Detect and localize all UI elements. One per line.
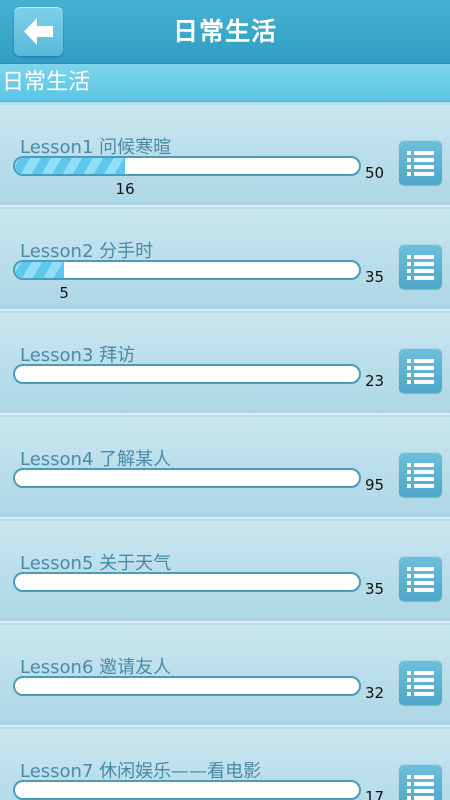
lesson-total-count: 32	[365, 684, 385, 702]
lesson-list-button[interactable]	[399, 660, 442, 705]
lesson-progress-bar	[13, 572, 361, 592]
section-header-label: 日常生活	[2, 70, 91, 95]
lesson-total-count: 35	[365, 268, 385, 286]
list-icon	[407, 359, 434, 384]
list-icon	[407, 151, 434, 176]
list-icon	[407, 775, 434, 800]
lesson-list-button[interactable]	[399, 764, 442, 800]
lesson-progress-fill	[15, 158, 126, 174]
list-icon	[407, 567, 434, 592]
lesson-progress-bar	[13, 364, 361, 384]
lesson-progress-fill	[15, 262, 65, 278]
lesson-list-button[interactable]	[399, 244, 442, 289]
section-header: 日常生活	[0, 64, 450, 102]
lesson-total-count: 23	[365, 372, 385, 390]
lesson-row[interactable]: Lesson7 休闲娱乐——看电影 17	[0, 729, 450, 800]
lesson-progress-bar	[13, 156, 361, 176]
lesson-progress-bar	[13, 468, 361, 488]
lesson-list[interactable]: Lesson1 问候寒暄 16 50 Lesson2 分手时 5 35 Less…	[0, 105, 450, 800]
lesson-progress-bar	[13, 260, 361, 280]
lesson-total-count: 50	[365, 164, 385, 182]
list-icon	[407, 255, 434, 280]
lesson-row[interactable]: Lesson2 分手时 5 35	[0, 209, 450, 311]
lesson-row[interactable]: Lesson5 关于天气 35	[0, 521, 450, 623]
lesson-list-button[interactable]	[399, 452, 442, 497]
lesson-row[interactable]: Lesson4 了解某人 95	[0, 417, 450, 519]
list-icon	[407, 463, 434, 488]
lesson-row[interactable]: Lesson6 邀请友人 32	[0, 625, 450, 727]
lesson-list-button[interactable]	[399, 556, 442, 601]
lesson-progress-count: 16	[115, 180, 135, 198]
lesson-total-count: 17	[365, 788, 385, 800]
page-title: 日常生活	[172, 17, 277, 46]
lesson-list-button[interactable]	[399, 140, 442, 185]
lesson-progress-bar	[13, 780, 361, 800]
lesson-progress-bar	[13, 676, 361, 696]
lesson-row[interactable]: Lesson1 问候寒暄 16 50	[0, 105, 450, 207]
lesson-progress-count: 5	[59, 284, 69, 302]
lesson-row[interactable]: Lesson3 拜访 23	[0, 313, 450, 415]
lesson-total-count: 35	[365, 580, 385, 598]
list-icon	[407, 671, 434, 696]
lesson-total-count: 95	[365, 476, 385, 494]
top-bar: 日常生活	[0, 0, 450, 64]
lesson-list-button[interactable]	[399, 348, 442, 393]
